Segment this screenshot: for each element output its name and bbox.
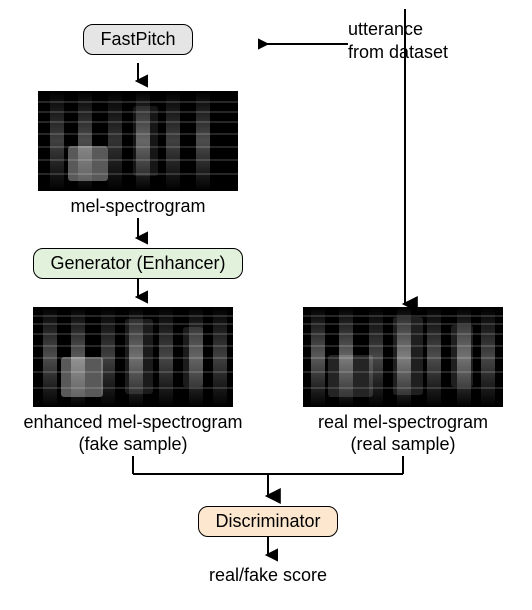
real-spectrogram-image <box>303 307 503 407</box>
arrow-mel-to-generator <box>128 218 148 248</box>
mel-spectrogram-image <box>38 91 238 191</box>
enhanced-label-line1: enhanced mel-spectrogram <box>23 412 242 432</box>
real-spectrogram-label: real mel-spectrogram (real sample) <box>318 411 488 456</box>
arrow-discriminator-to-output <box>258 537 278 565</box>
real-label-line1: real mel-spectrogram <box>318 412 488 432</box>
real-label-line2: (real sample) <box>350 434 455 454</box>
mel-spectrogram-label: mel-spectrogram <box>70 195 205 218</box>
enhanced-label-line2: (fake sample) <box>78 434 187 454</box>
arrow-fastpitch-to-mel <box>128 63 148 91</box>
fastpitch-node: FastPitch <box>83 24 193 55</box>
arrow-merge-to-discriminator <box>18 456 518 506</box>
enhanced-spectrogram-image <box>33 307 233 407</box>
arrow-generator-to-enhanced <box>128 279 148 307</box>
output-label: real/fake score <box>209 565 327 586</box>
discriminator-node: Discriminator <box>198 506 337 537</box>
enhanced-spectrogram-label: enhanced mel-spectrogram (fake sample) <box>23 411 242 456</box>
generator-node: Generator (Enhancer) <box>33 248 242 279</box>
arrow-utterance-to-fastpitch <box>258 36 348 52</box>
arrow-utterance-to-real <box>390 9 420 314</box>
